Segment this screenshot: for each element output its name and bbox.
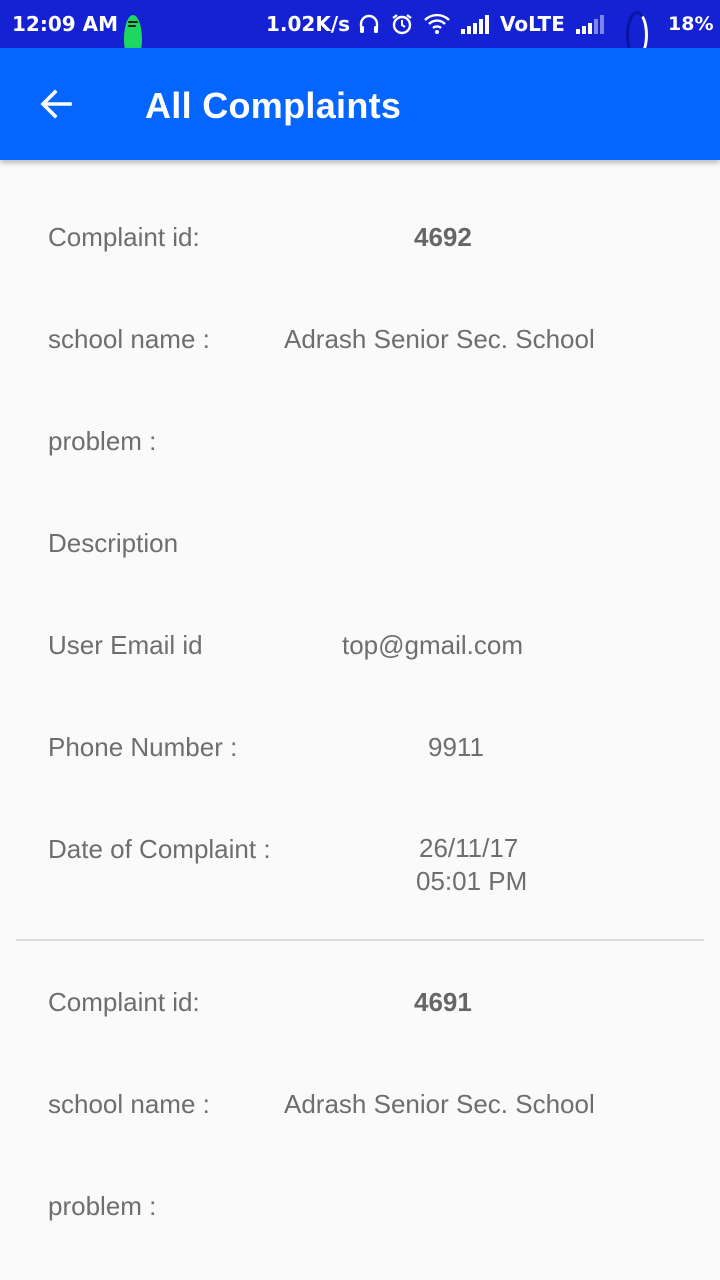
page-title: All Complaints [145,85,402,126]
signal-icon [576,14,604,34]
headset-icon [358,0,380,48]
app-bar: All Complaints [0,48,720,160]
network-speed: 1.02K/s [266,12,351,36]
school-name-label: school name : [48,1089,210,1119]
school-name-value: Adrash Senior Sec. School [284,1089,595,1119]
complaint-id-value: 4692 [414,222,472,252]
phone-value: 9911 [428,732,484,762]
problem-label: problem : [48,1191,157,1221]
description-label: Description [48,528,179,558]
time-value: 05:01 PM [416,866,528,896]
battery-level: 18% [668,13,714,35]
status-bar: 12:09 AM 1.02K/s VoLTE 18% [0,0,720,63]
school-name-value: Adrash Senior Sec. School [284,324,595,354]
complaint-card[interactable]: Complaint id: 4692 school name : Adrash … [0,160,720,941]
date-value: 26/11/17 [419,833,519,863]
status-time: 12:09 AM [12,12,119,36]
phone-label: Phone Number : [48,732,238,762]
complaint-card[interactable]: Complaint id: 4691 school name : Adrash … [0,940,720,1280]
network-type: VoLTE [500,12,565,36]
complaint-id-value: 4691 [414,987,472,1017]
wifi-icon [424,0,450,48]
alarm-icon [391,0,413,48]
school-name-label: school name : [48,324,210,354]
arrow-back-icon [40,89,72,119]
problem-label: problem : [48,426,157,456]
back-button[interactable] [24,72,88,136]
complaint-id-label: Complaint id: [48,222,200,252]
complaint-id-label: Complaint id: [48,987,200,1017]
complaints-list[interactable]: Complaint id: 4692 school name : Adrash … [0,160,720,1280]
date-label: Date of Complaint : [48,834,271,864]
signal-icon [461,14,489,34]
email-value: top@gmail.com [342,630,524,660]
email-label: User Email id [48,630,203,660]
